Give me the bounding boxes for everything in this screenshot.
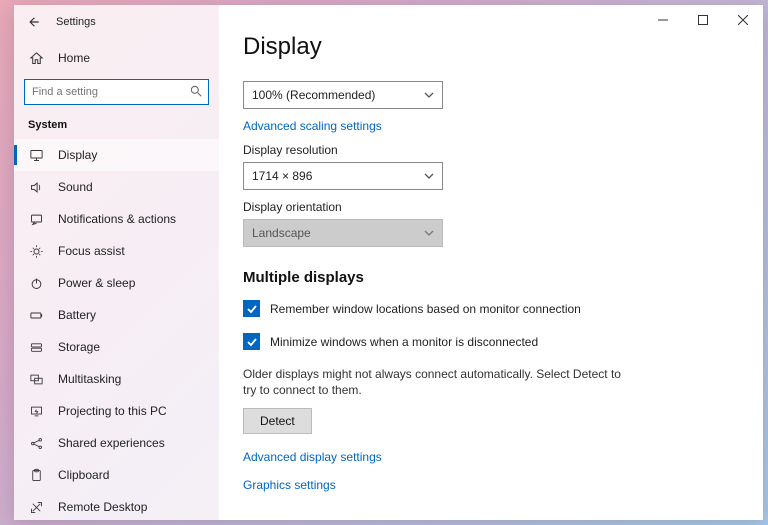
maximize-icon <box>698 15 708 25</box>
orientation-select: Landscape <box>243 219 443 247</box>
nav-label: Multitasking <box>58 372 121 386</box>
nav-label: Notifications & actions <box>58 212 176 226</box>
page-title: Display <box>243 33 739 61</box>
chevron-down-icon <box>424 171 434 181</box>
remote-icon <box>28 499 44 515</box>
back-button[interactable] <box>24 12 44 32</box>
nav-label: Sound <box>58 180 93 194</box>
search-icon <box>189 84 203 98</box>
nav-item-remote-desktop[interactable]: Remote Desktop <box>14 491 219 520</box>
battery-icon <box>28 307 44 323</box>
window-controls <box>643 5 763 35</box>
home-label: Home <box>58 51 90 65</box>
resolution-select[interactable]: 1714 × 896 <box>243 162 443 190</box>
notifications-icon <box>28 211 44 227</box>
storage-icon <box>28 339 44 355</box>
minimize-windows-label: Minimize windows when a monitor is disco… <box>270 335 538 349</box>
check-icon <box>246 336 258 348</box>
scale-value: 100% (Recommended) <box>252 88 375 102</box>
multiple-displays-heading: Multiple displays <box>243 269 739 286</box>
minimize-icon <box>658 15 668 25</box>
search-input[interactable] <box>24 79 209 105</box>
nav-item-clipboard[interactable]: Clipboard <box>14 459 219 491</box>
nav-label: Clipboard <box>58 468 109 482</box>
app-title: Settings <box>56 16 96 28</box>
detect-button[interactable]: Detect <box>243 408 312 434</box>
nav-item-storage[interactable]: Storage <box>14 331 219 363</box>
detect-info-text: Older displays might not always connect … <box>243 366 623 398</box>
nav-item-battery[interactable]: Battery <box>14 299 219 331</box>
nav-item-focus-assist[interactable]: Focus assist <box>14 235 219 267</box>
shared-icon <box>28 435 44 451</box>
orientation-value: Landscape <box>252 226 311 240</box>
home-nav[interactable]: Home <box>14 43 219 73</box>
nav-item-multitasking[interactable]: Multitasking <box>14 363 219 395</box>
section-label: System <box>14 115 219 139</box>
close-button[interactable] <box>723 5 763 35</box>
minimize-button[interactable] <box>643 5 683 35</box>
title-bar: Settings <box>14 5 219 39</box>
minimize-windows-checkbox[interactable] <box>243 333 260 350</box>
close-icon <box>738 15 748 25</box>
scale-select[interactable]: 100% (Recommended) <box>243 81 443 109</box>
check-icon <box>246 303 258 315</box>
content-pane: Display 100% (Recommended) Advanced scal… <box>219 5 763 520</box>
maximize-button[interactable] <box>683 5 723 35</box>
graphics-settings-link[interactable]: Graphics settings <box>243 478 739 492</box>
nav-label: Battery <box>58 308 96 322</box>
minimize-windows-row: Minimize windows when a monitor is disco… <box>243 333 739 350</box>
nav-label: Power & sleep <box>58 276 135 290</box>
resolution-value: 1714 × 896 <box>252 169 312 183</box>
settings-window: Settings Home System Display Sound <box>14 5 763 520</box>
nav-label: Remote Desktop <box>58 500 147 514</box>
nav-list: Display Sound Notifications & actions Fo… <box>14 139 219 520</box>
nav-item-power-sleep[interactable]: Power & sleep <box>14 267 219 299</box>
clipboard-icon <box>28 467 44 483</box>
display-icon <box>28 147 44 163</box>
nav-item-shared-experiences[interactable]: Shared experiences <box>14 427 219 459</box>
nav-item-sound[interactable]: Sound <box>14 171 219 203</box>
focus-icon <box>28 243 44 259</box>
sidebar: Settings Home System Display Sound <box>14 5 219 520</box>
nav-label: Focus assist <box>58 244 125 258</box>
home-icon <box>28 50 44 66</box>
remember-locations-checkbox[interactable] <box>243 300 260 317</box>
resolution-label: Display resolution <box>243 143 739 157</box>
nav-label: Storage <box>58 340 100 354</box>
nav-item-display[interactable]: Display <box>14 139 219 171</box>
orientation-label: Display orientation <box>243 200 739 214</box>
nav-label: Shared experiences <box>58 436 165 450</box>
remember-locations-row: Remember window locations based on monit… <box>243 300 739 317</box>
nav-item-notifications[interactable]: Notifications & actions <box>14 203 219 235</box>
projecting-icon <box>28 403 44 419</box>
nav-item-projecting[interactable]: Projecting to this PC <box>14 395 219 427</box>
advanced-scaling-link[interactable]: Advanced scaling settings <box>243 119 739 133</box>
nav-label: Display <box>58 148 97 162</box>
arrow-left-icon <box>27 15 41 29</box>
advanced-display-link[interactable]: Advanced display settings <box>243 450 739 464</box>
remember-locations-label: Remember window locations based on monit… <box>270 302 581 316</box>
sound-icon <box>28 179 44 195</box>
chevron-down-icon <box>424 90 434 100</box>
nav-label: Projecting to this PC <box>58 404 167 418</box>
multitasking-icon <box>28 371 44 387</box>
search-field-wrap <box>24 79 209 105</box>
power-icon <box>28 275 44 291</box>
chevron-down-icon <box>424 228 434 238</box>
